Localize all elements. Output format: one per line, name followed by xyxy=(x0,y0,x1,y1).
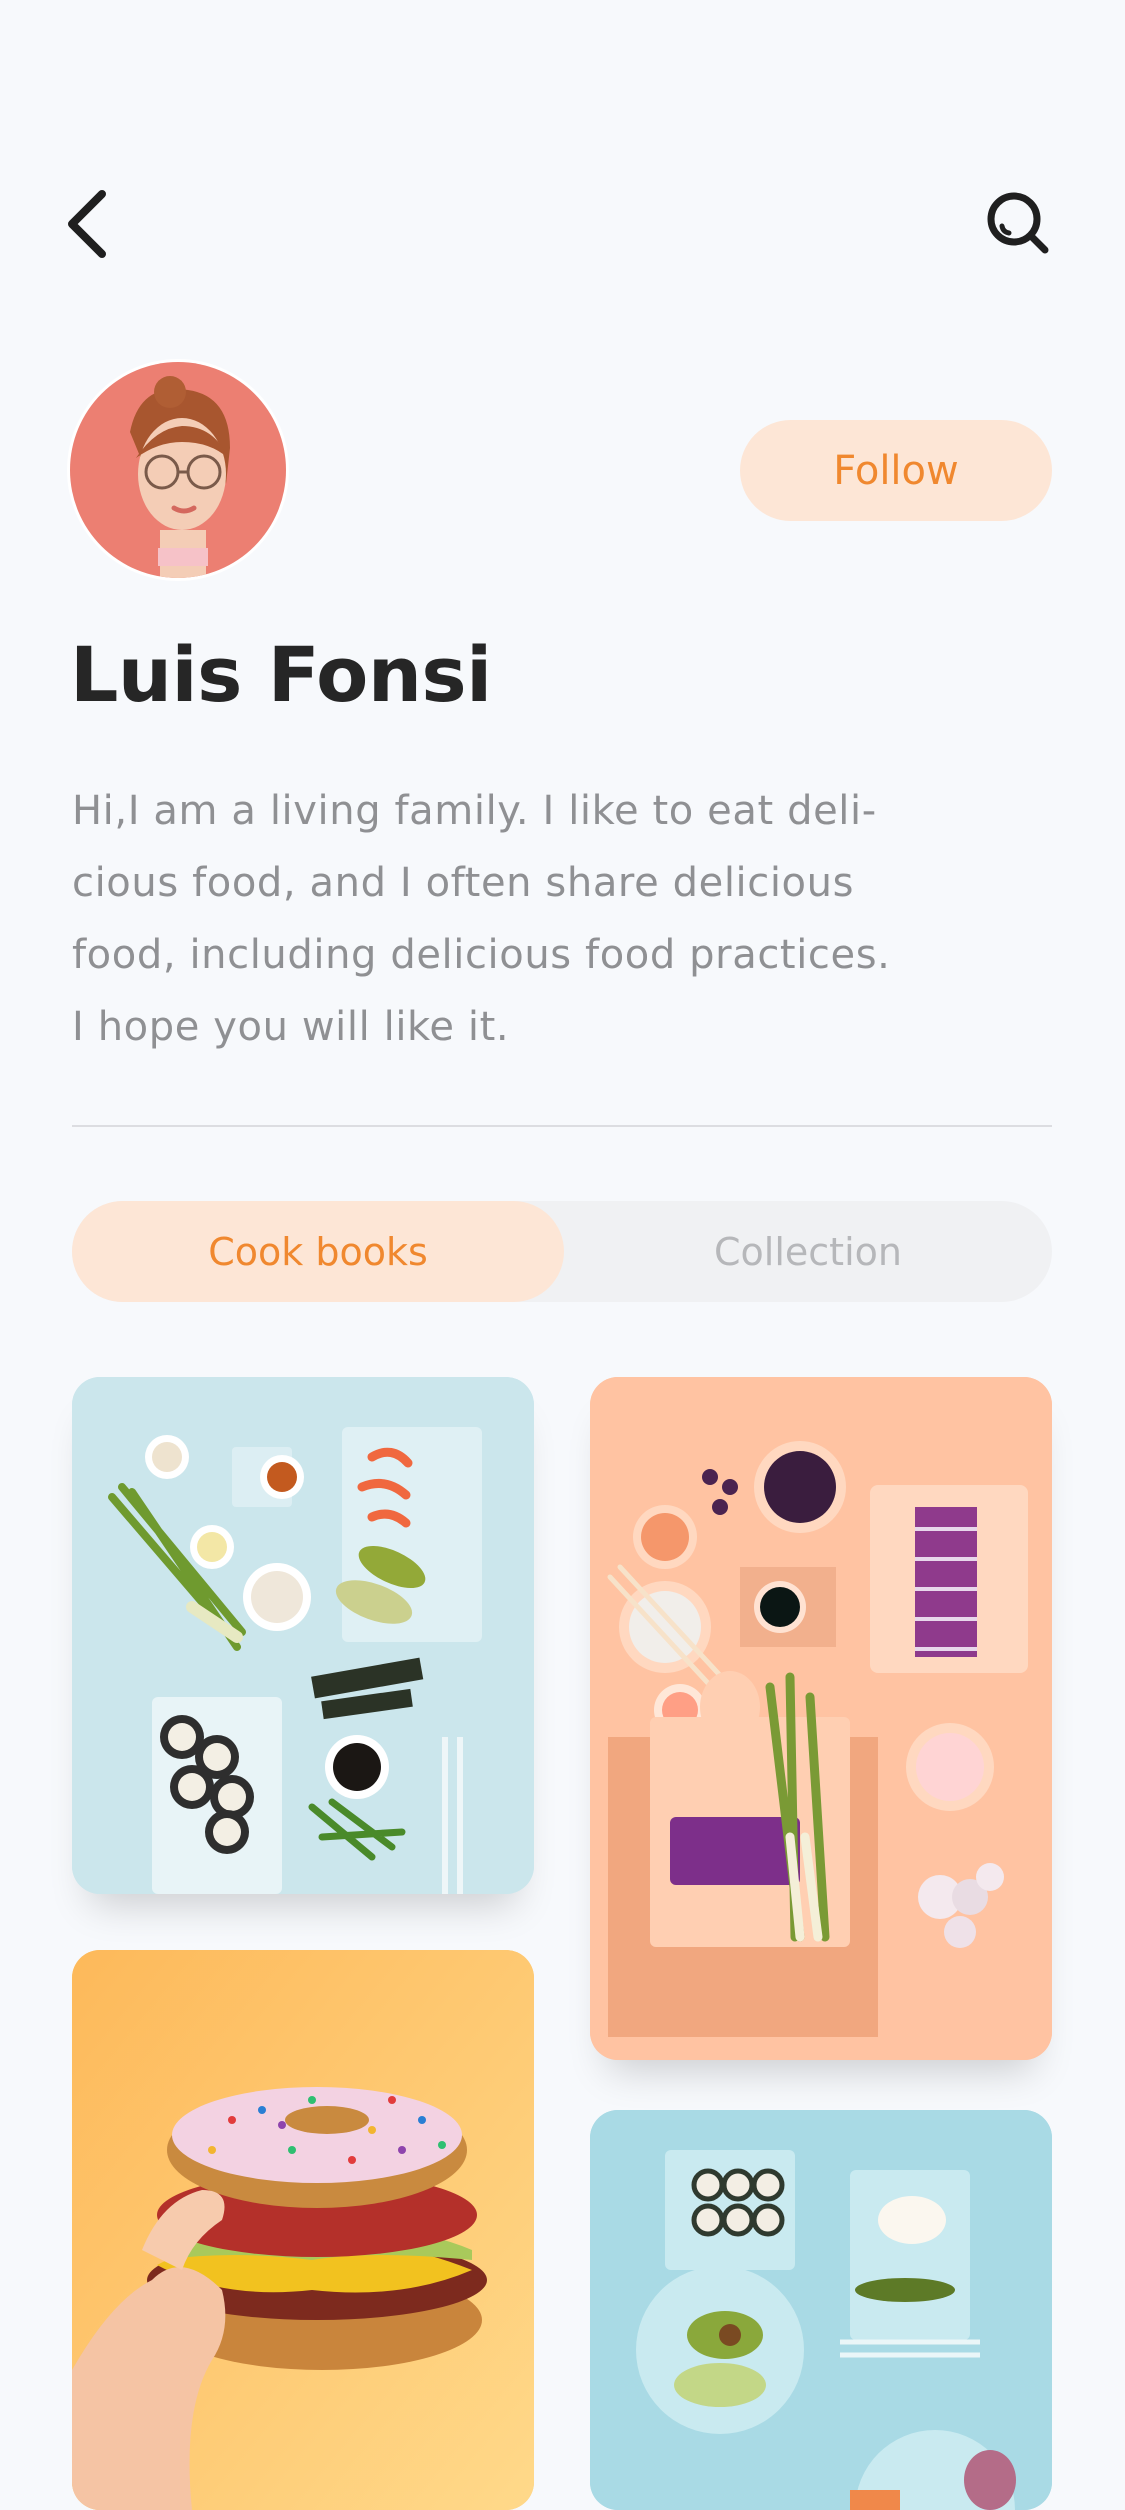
follow-button[interactable]: Follow xyxy=(740,420,1052,521)
profile-bio: Hi,I am a living family. I like to eat d… xyxy=(72,775,1072,1063)
back-button[interactable] xyxy=(60,188,116,260)
bio-line: Hi,I am a living family. I like to eat d… xyxy=(72,788,877,834)
bio-line: I hope you will like it. xyxy=(72,1004,510,1050)
sushi-rolls-photo xyxy=(590,2110,1052,2510)
peach-ingredients-photo xyxy=(590,1377,1052,2060)
avatar-portrait xyxy=(70,362,286,578)
tab-collection[interactable]: Collection xyxy=(564,1201,1052,1302)
chevron-left-icon xyxy=(68,190,106,258)
search-button[interactable] xyxy=(985,190,1051,256)
profile-name: Luis Fonsi xyxy=(70,630,492,719)
cookbook-card-peach-ingredients[interactable] xyxy=(590,1377,1052,2060)
donut-burger-photo xyxy=(72,1950,534,2510)
avatar[interactable] xyxy=(70,362,286,578)
bio-line: food, including delicious food practices… xyxy=(72,932,891,978)
divider xyxy=(72,1125,1052,1127)
tab-switcher: Cook books Collection xyxy=(72,1201,1052,1302)
bio-line: cious food, and I often share delicious xyxy=(72,860,855,906)
cookbook-card-sushi-rolls[interactable] xyxy=(590,2110,1052,2510)
cookbook-card-donut-burger[interactable] xyxy=(72,1950,534,2510)
cookbook-card-sushi-ingredients[interactable] xyxy=(72,1377,534,1894)
tab-cook-books[interactable]: Cook books xyxy=(72,1201,564,1302)
sushi-ingredients-photo xyxy=(72,1377,534,1894)
search-icon xyxy=(987,192,1049,254)
